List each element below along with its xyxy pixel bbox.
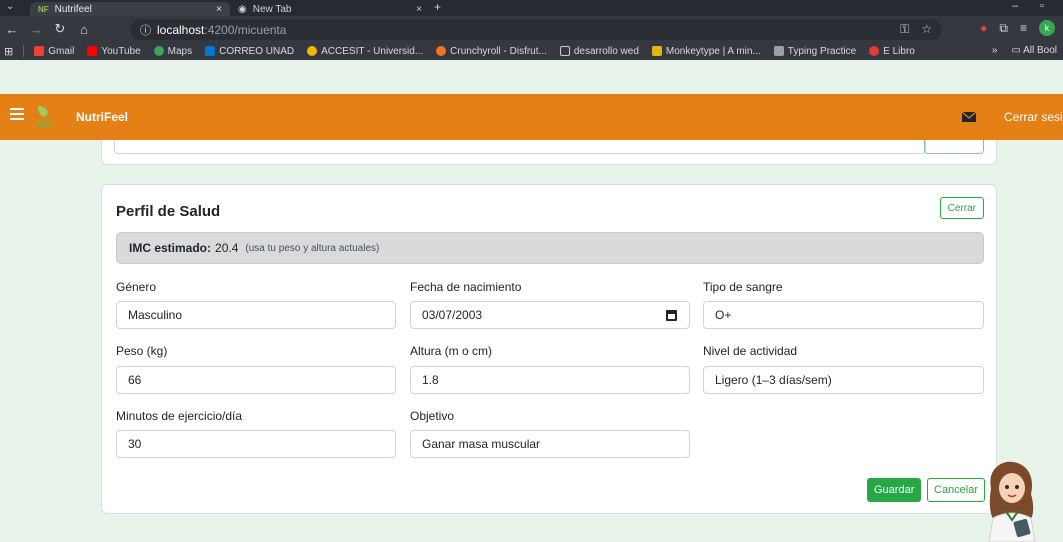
browser-tab-bar: ⌄ NF Nutrifeel × ◉ New Tab × + – ▫ (0, 0, 1063, 16)
close-icon[interactable]: × (416, 4, 422, 15)
activity-level-field[interactable]: Ligero (1–3 días/sem) (703, 366, 984, 394)
nutrifeel-logo-icon: NF (36, 106, 52, 130)
extension-icon[interactable]: ● (980, 21, 987, 35)
menu-icon[interactable] (10, 108, 24, 120)
chrome-icon: ◉ (238, 3, 247, 15)
gmail-icon (34, 46, 45, 56)
height-label: Altura (m o cm) (410, 344, 493, 358)
maps-icon (153, 46, 164, 56)
elibro-icon (869, 46, 880, 56)
weight-label: Peso (kg) (116, 344, 168, 358)
back-icon[interactable]: ← (0, 22, 24, 37)
url-host: localhost (157, 22, 205, 37)
goal-label: Objetivo (410, 409, 455, 423)
tab-nutrifeel[interactable]: NF Nutrifeel × (30, 2, 230, 16)
outlook-icon (205, 46, 216, 56)
apps-grid-icon[interactable]: ⊞ (4, 45, 13, 58)
bookmark-e-libro[interactable]: E Libro (869, 46, 915, 57)
crunchyroll-icon (436, 46, 447, 56)
bookmarks-overflow-button[interactable]: » (992, 45, 998, 56)
gender-label: Género (116, 280, 157, 294)
bookmark-correo-unad[interactable]: CORREO UNAD (205, 46, 294, 57)
calendar-icon[interactable] (666, 310, 677, 321)
height-field[interactable]: 1.8 (410, 366, 690, 394)
save-button[interactable]: Guardar (867, 478, 922, 502)
health-profile-card: Perfil de Salud Cerrar IMC estimado: 20.… (101, 184, 997, 514)
app-brand: NutriFeel (76, 110, 129, 124)
password-key-icon[interactable]: ⚿ (900, 22, 909, 37)
referral-link-field[interactable] (114, 140, 926, 154)
bookmark-gmail[interactable]: Gmail (34, 46, 74, 57)
address-bar[interactable]: ⓘ localhost:4200/micuenta ⚿ ☆ (130, 19, 942, 40)
bookmark-crunchyroll[interactable]: Crunchyroll - Disfrut... (436, 46, 547, 57)
forward-icon[interactable]: → (24, 22, 48, 37)
accesit-icon (307, 46, 318, 56)
birthdate-value: 03/07/2003 (422, 308, 483, 322)
typing-icon (773, 46, 784, 56)
imc-note: (usa tu peso y altura actuales) (245, 242, 380, 254)
mail-icon[interactable] (962, 112, 976, 122)
exercise-minutes-label: Minutos de ejercicio/día (116, 409, 243, 423)
tab-title: New Tab (252, 3, 292, 15)
bookmarks-bar: ⊞ Gmail YouTube Maps CORREO UNAD ACCESIT… (0, 42, 1063, 60)
url-path: :4200/micuenta (204, 22, 287, 37)
referral-card (101, 140, 997, 165)
reload-icon[interactable]: ↻ (48, 21, 72, 37)
page-top-gap (0, 60, 1063, 94)
site-info-icon[interactable]: ⓘ (140, 22, 151, 38)
exercise-minutes-field[interactable]: 30 (116, 430, 396, 458)
imc-value: 20.4 (215, 241, 239, 255)
nutritionist-assistant-avatar[interactable] (977, 458, 1047, 542)
minimize-icon[interactable]: – (1012, 0, 1018, 12)
birthdate-label: Fecha de nacimiento (410, 280, 522, 294)
blood-type-field[interactable]: O+ (703, 301, 984, 329)
puzzle-extensions-icon[interactable]: ⧉ (999, 21, 1008, 36)
close-icon[interactable]: × (216, 4, 222, 15)
new-tab-button[interactable]: + (434, 0, 441, 14)
imc-label: IMC estimado: (129, 241, 212, 255)
logout-link[interactable]: Cerrar sesi (1004, 110, 1063, 124)
home-icon[interactable]: ⌂ (72, 22, 96, 37)
weight-field[interactable]: 66 (116, 366, 396, 394)
app-header: NF NutriFeel Cerrar sesi (0, 94, 1063, 140)
bookmark-maps[interactable]: Maps (153, 46, 192, 57)
bookmark-star-icon[interactable]: ☆ (921, 22, 932, 37)
imc-banner: IMC estimado: 20.4 (usa tu peso y altura… (116, 232, 984, 264)
profile-avatar[interactable]: k (1039, 20, 1055, 36)
tab-search-icon[interactable]: ⌄ (6, 1, 14, 12)
all-bookmarks[interactable]: ▭ All Bool (1011, 45, 1057, 56)
tab-new-tab[interactable]: ◉ New Tab × (230, 2, 430, 16)
folder-icon (559, 46, 570, 56)
folder-icon: ▭ (1011, 45, 1021, 56)
birthdate-field[interactable]: 03/07/2003 (410, 301, 690, 329)
bookmark-youtube[interactable]: YouTube (87, 46, 141, 57)
blood-type-label: Tipo de sangre (703, 280, 783, 294)
gender-field[interactable]: Masculino (116, 301, 396, 329)
copy-button[interactable] (924, 140, 984, 154)
reading-list-icon[interactable]: ≡ (1020, 21, 1027, 35)
logo-text: NF (36, 117, 52, 130)
youtube-icon (87, 46, 98, 56)
bookmark-typing-practice[interactable]: Typing Practice (773, 46, 856, 57)
activity-level-label: Nivel de actividad (703, 344, 798, 358)
goal-field[interactable]: Ganar masa muscular (410, 430, 690, 458)
bookmarks-separator (23, 45, 25, 57)
tab-title: Nutrifeel (54, 3, 92, 15)
nutrifeel-favicon-icon: NF (38, 4, 49, 14)
close-button[interactable]: Cerrar (939, 197, 984, 219)
bookmark-desarrollo-wed[interactable]: desarrollo wed (559, 46, 639, 57)
restore-icon[interactable]: ▫ (1040, 0, 1044, 12)
card-title: Perfil de Salud (116, 203, 221, 220)
bookmark-accesit[interactable]: ACCESIT - Universid... (307, 46, 423, 57)
browser-toolbar: ← → ↻ ⌂ ⓘ localhost:4200/micuenta ⚿ ☆ ● … (0, 16, 1063, 60)
monkeytype-icon (651, 46, 662, 56)
bookmark-monkeytype[interactable]: Monkeytype | A min... (651, 46, 761, 57)
